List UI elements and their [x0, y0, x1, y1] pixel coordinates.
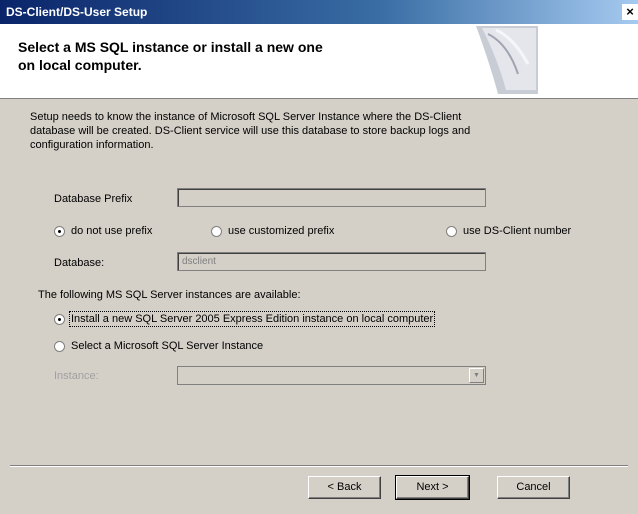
intro-line2: database will be created. DS-Client serv… [30, 125, 471, 137]
radio-select-instance-label: Select a Microsoft SQL Server Instance [71, 340, 264, 352]
title-bar[interactable]: DS-Client/DS-User Setup × [0, 0, 638, 24]
radio-dot [446, 225, 457, 237]
footer-divider [10, 465, 628, 467]
radio-dot [54, 225, 65, 237]
instance-select[interactable]: ▼ [177, 366, 486, 385]
radio-no-prefix-label: do not use prefix [71, 225, 153, 237]
cancel-button[interactable]: Cancel [497, 476, 570, 499]
radio-dot [54, 313, 65, 325]
chevron-down-icon[interactable]: ▼ [469, 368, 484, 383]
database-label: Database: [54, 257, 105, 269]
radio-dsclient-number-label: use DS-Client number [463, 225, 572, 237]
radio-dot [211, 225, 222, 237]
database-field[interactable]: dsclient [177, 252, 486, 271]
instance-label: Instance: [54, 370, 99, 382]
page-title-line2: on local computer. [18, 57, 142, 73]
database-prefix-label: Database Prefix [54, 193, 133, 205]
radio-custom-prefix[interactable]: use customized prefix [211, 225, 334, 237]
page-title: Select a MS SQL instance or install a ne… [18, 38, 388, 74]
instances-heading: The following MS SQL Server instances ar… [38, 289, 301, 301]
page-title-line1: Select a MS SQL instance or install a ne… [18, 39, 323, 55]
radio-dot [54, 340, 65, 352]
radio-no-prefix[interactable]: do not use prefix [54, 225, 152, 237]
intro-line1: Setup needs to know the instance of Micr… [30, 111, 462, 123]
setup-window: DS-Client/DS-User Setup × Select a MS SQ… [0, 0, 638, 514]
wizard-header: Select a MS SQL instance or install a ne… [0, 24, 638, 99]
radio-select-instance[interactable]: Select a Microsoft SQL Server Instance [54, 340, 263, 352]
database-prefix-field[interactable] [177, 188, 486, 207]
intro-text: Setup needs to know the instance of Micr… [30, 110, 590, 152]
radio-install-new-instance[interactable]: Install a new SQL Server 2005 Express Ed… [54, 311, 436, 327]
close-icon[interactable]: × [622, 4, 638, 20]
intro-line3: configuration information. [30, 139, 154, 151]
window-title: DS-Client/DS-User Setup [6, 5, 148, 19]
wizard-graphic-icon [476, 26, 538, 94]
radio-custom-prefix-label: use customized prefix [228, 225, 335, 237]
next-button[interactable]: Next > [395, 475, 470, 500]
radio-dsclient-number[interactable]: use DS-Client number [446, 225, 571, 237]
radio-install-new-instance-label: Install a new SQL Server 2005 Express Ed… [68, 311, 436, 327]
back-button[interactable]: < Back [308, 476, 381, 499]
